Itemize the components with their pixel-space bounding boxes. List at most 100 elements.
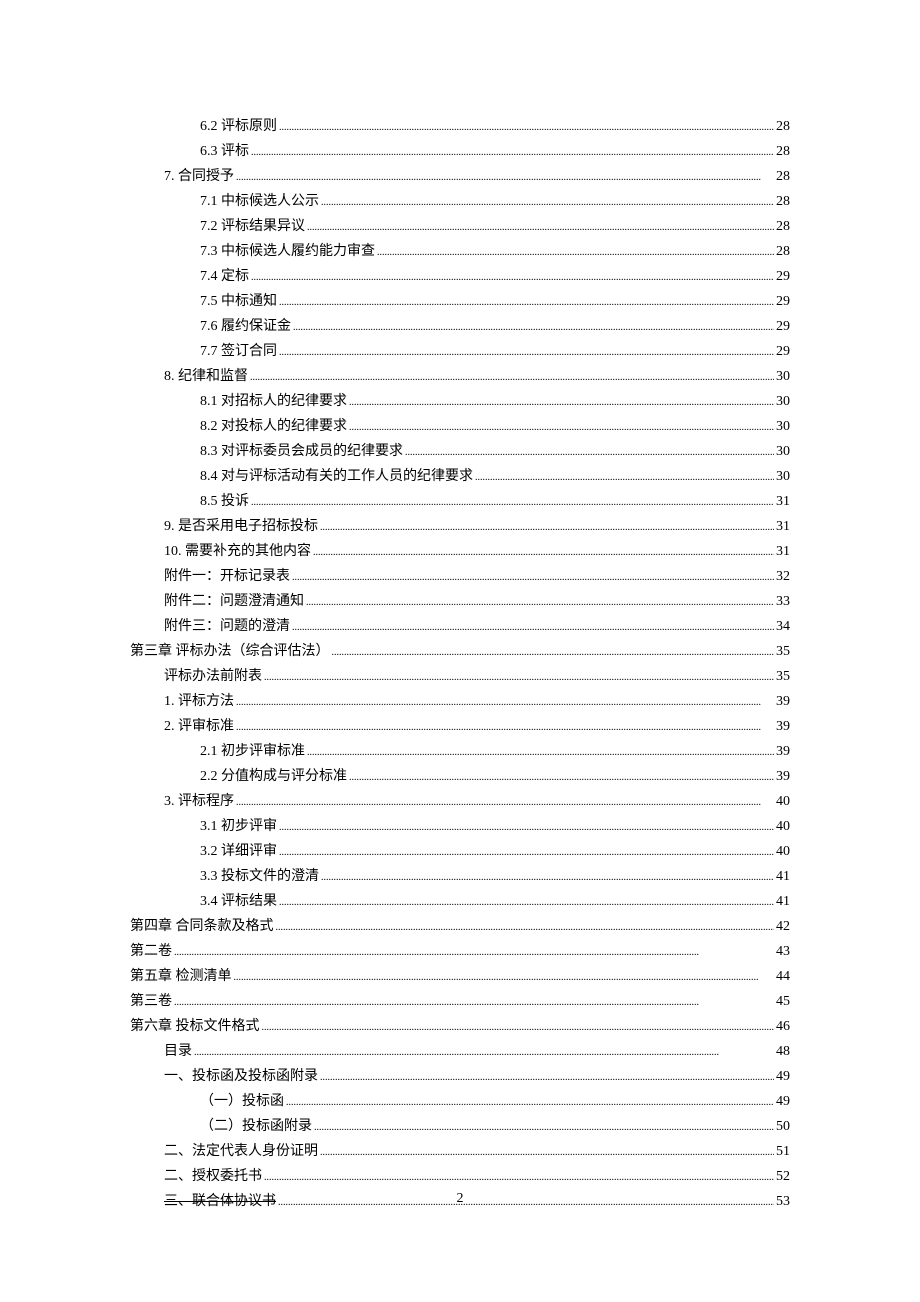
toc-leader-dots: [174, 940, 774, 965]
toc-entry-label: 2.1 初步评审标准: [200, 740, 305, 764]
toc-entry-label: 目录: [164, 1040, 192, 1064]
toc-entry-label: 8.4 对与评标活动有关的工作人员的纪律要求: [200, 465, 473, 489]
toc-entry-label: 第三卷: [130, 990, 172, 1014]
toc-entry-page: 51: [776, 1140, 790, 1164]
toc-leader-dots: [264, 665, 774, 690]
toc-entry-page: 30: [776, 465, 790, 489]
toc-leader-dots: [262, 1015, 775, 1040]
toc-entry: 8.3 对评标委员会成员的纪律要求30: [130, 440, 790, 465]
toc-entry: 7.4 定标29: [130, 265, 790, 290]
toc-entry-label: 1. 评标方法: [164, 690, 234, 714]
toc-leader-dots: [314, 1115, 774, 1140]
toc-entry-label: 7.2 评标结果异议: [200, 215, 305, 239]
toc-leader-dots: [321, 865, 774, 890]
toc-entry-label: 二、法定代表人身份证明: [164, 1140, 318, 1164]
toc-entry-page: 28: [776, 115, 790, 139]
toc-entry-label: 3.1 初步评审: [200, 815, 277, 839]
toc-leader-dots: [236, 715, 774, 740]
toc-entry-label: 7.1 中标候选人公示: [200, 190, 319, 214]
toc-entry: 附件三：问题的澄清34: [130, 615, 790, 640]
toc-leader-dots: [251, 490, 774, 515]
toc-leader-dots: [377, 240, 774, 265]
toc-leader-dots: [405, 440, 774, 465]
toc-entry: （一）投标函 49: [130, 1090, 790, 1115]
toc-entry: 第四章 合同条款及格式42: [130, 915, 790, 940]
toc-entry-label: 8. 纪律和监督: [164, 365, 248, 389]
toc-entry: 1. 评标方法39: [130, 690, 790, 715]
toc-entry-page: 52: [776, 1165, 790, 1189]
toc-leader-dots: [234, 965, 775, 990]
toc-entry: 7.5 中标通知 29: [130, 290, 790, 315]
toc-entry: 6.2 评标原则28: [130, 115, 790, 140]
toc-leader-dots: [264, 1165, 774, 1190]
toc-entry: 3.3 投标文件的澄清41: [130, 865, 790, 890]
toc-entry-label: （一）投标函: [200, 1090, 284, 1114]
toc-entry-page: 49: [776, 1090, 790, 1114]
toc-entry: 第三章 评标办法（综合评估法）35: [130, 640, 790, 665]
toc-leader-dots: [313, 540, 774, 565]
toc-entry: 7.3 中标候选人履约能力审查 28: [130, 240, 790, 265]
toc-entry-page: 40: [776, 840, 790, 864]
toc-leader-dots: [307, 740, 774, 765]
toc-entry: 附件二：问题澄清通知33: [130, 590, 790, 615]
toc-entry-page: 35: [776, 665, 790, 689]
toc-entry-label: 8.5 投诉: [200, 490, 249, 514]
toc-leader-dots: [475, 465, 774, 490]
toc-entry: 8.5 投诉31: [130, 490, 790, 515]
toc-entry: 第二卷43: [130, 940, 790, 965]
toc-leader-dots: [276, 915, 775, 940]
toc-leader-dots: [236, 790, 774, 815]
toc-entry-label: 7.7 签订合同: [200, 340, 277, 364]
toc-entry-label: 7.3 中标候选人履约能力审查: [200, 240, 375, 264]
toc-leader-dots: [174, 990, 774, 1015]
toc-entry: 3.2 详细评审 40: [130, 840, 790, 865]
toc-entry-page: 28: [776, 240, 790, 264]
toc-entry-page: 43: [776, 940, 790, 964]
toc-leader-dots: [292, 615, 774, 640]
toc-leader-dots: [236, 165, 774, 190]
toc-list: 6.2 评标原则286.3 评标287. 合同授予287.1 中标候选人公示28…: [130, 115, 790, 1215]
toc-leader-dots: [349, 765, 774, 790]
toc-entry: 9. 是否采用电子招标投标31: [130, 515, 790, 540]
toc-entry-page: 28: [776, 190, 790, 214]
toc-entry: 8. 纪律和监督 30: [130, 365, 790, 390]
toc-entry: 二、法定代表人身份证明 51: [130, 1140, 790, 1165]
toc-entry-label: 6.3 评标: [200, 140, 249, 164]
toc-entry-page: 40: [776, 815, 790, 839]
toc-entry-page: 30: [776, 365, 790, 389]
toc-entry-page: 29: [776, 315, 790, 339]
toc-entry-label: 7.5 中标通知: [200, 290, 277, 314]
toc-entry-page: 35: [776, 640, 790, 664]
toc-entry-label: 一、投标函及投标函附录: [164, 1065, 318, 1089]
toc-entry-page: 44: [776, 965, 790, 989]
toc-leader-dots: [349, 390, 774, 415]
toc-entry: 8.1 对招标人的纪律要求30: [130, 390, 790, 415]
toc-leader-dots: [251, 140, 774, 165]
toc-entry-page: 29: [776, 290, 790, 314]
toc-leader-dots: [279, 890, 774, 915]
toc-leader-dots: [286, 1090, 774, 1115]
toc-leader-dots: [292, 565, 774, 590]
toc-entry-page: 30: [776, 415, 790, 439]
toc-entry-page: 46: [776, 1015, 790, 1039]
toc-entry-label: 第五章 检测清单: [130, 965, 232, 989]
toc-leader-dots: [279, 815, 774, 840]
toc-leader-dots: [279, 840, 774, 865]
toc-entry: 10. 需要补充的其他内容31: [130, 540, 790, 565]
toc-entry-label: 附件一：开标记录表: [164, 565, 290, 589]
toc-entry-label: 10. 需要补充的其他内容: [164, 540, 311, 564]
toc-leader-dots: [320, 1140, 774, 1165]
toc-entry: 3. 评标程序40: [130, 790, 790, 815]
toc-entry-page: 49: [776, 1065, 790, 1089]
toc-entry: 2. 评审标准39: [130, 715, 790, 740]
toc-entry: 3.4 评标结果41: [130, 890, 790, 915]
toc-entry-label: 3. 评标程序: [164, 790, 234, 814]
toc-entry-page: 34: [776, 615, 790, 639]
toc-leader-dots: [307, 215, 774, 240]
toc-entry: 8.4 对与评标活动有关的工作人员的纪律要求 30: [130, 465, 790, 490]
toc-entry-label: 3.2 详细评审: [200, 840, 277, 864]
toc-entry-page: 31: [776, 515, 790, 539]
toc-entry-page: 41: [776, 865, 790, 889]
toc-entry: 二、授权委托书52: [130, 1165, 790, 1190]
toc-entry-label: 第四章 合同条款及格式: [130, 915, 274, 939]
